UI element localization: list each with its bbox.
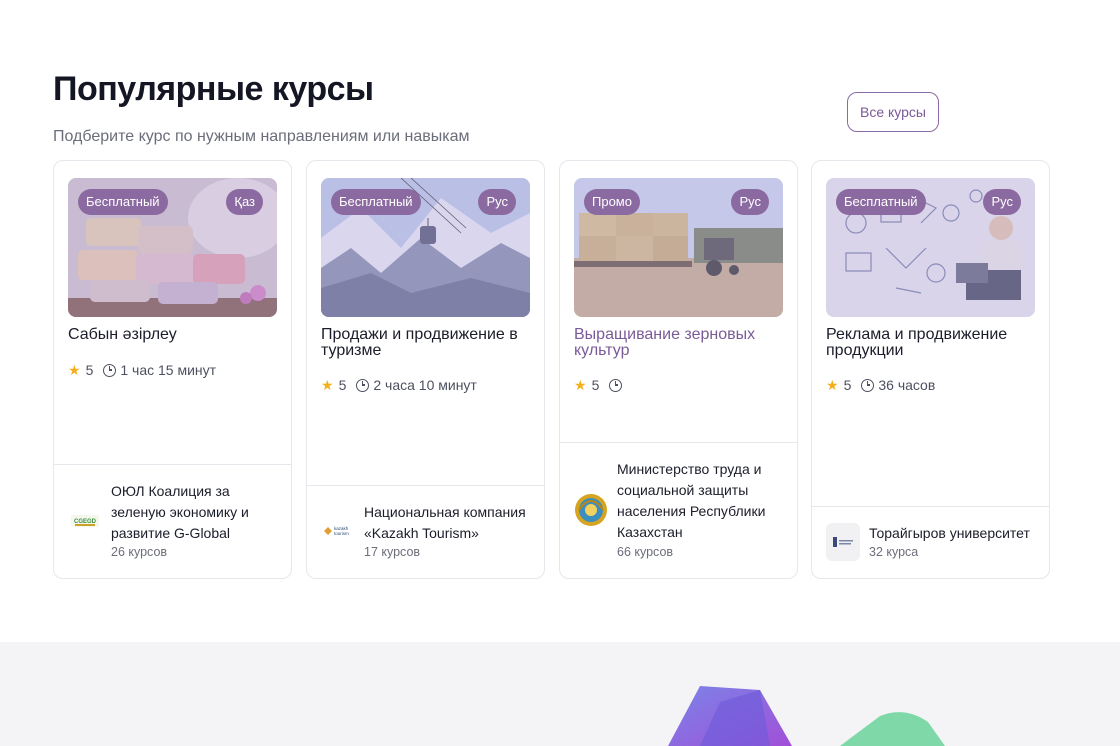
star-icon: ★ bbox=[68, 361, 81, 378]
kazakh-tourism-logo-icon: kazakh tourism bbox=[321, 511, 355, 551]
badge-free: Бесплатный bbox=[331, 189, 421, 215]
star-icon: ★ bbox=[826, 376, 839, 393]
all-courses-button[interactable]: Все курсы bbox=[847, 92, 939, 132]
section-title: Популярные курсы bbox=[53, 70, 374, 108]
course-rating: 5 bbox=[843, 377, 852, 393]
provider-name[interactable]: Торайгыров университет bbox=[869, 523, 1041, 544]
course-title[interactable]: Продажи и продвижение в туризме bbox=[321, 327, 531, 359]
decorative-shapes bbox=[668, 686, 945, 746]
provider-course-count: 32 курса bbox=[869, 545, 919, 559]
badge-language: Рус bbox=[983, 189, 1021, 215]
star-icon: ★ bbox=[574, 376, 587, 393]
card-divider bbox=[307, 485, 544, 486]
provider-name[interactable]: Национальная компания «Kazakh Tourism» bbox=[364, 502, 536, 544]
clock-icon bbox=[103, 363, 117, 377]
badge-free: Бесплатный bbox=[78, 189, 168, 215]
clock-icon bbox=[861, 378, 875, 392]
kazakhstan-emblem-icon bbox=[574, 490, 608, 530]
course-duration: 36 часов bbox=[878, 377, 936, 393]
course-rating: 5 bbox=[591, 377, 600, 393]
university-logo-icon bbox=[826, 523, 860, 561]
badge-free: Бесплатный bbox=[836, 189, 926, 215]
course-duration: 1 час 15 минут bbox=[120, 362, 217, 378]
course-card[interactable]: Бесплатный Рус Продажи и продвижение в т… bbox=[306, 160, 545, 579]
course-image-grain[interactable]: Промо Рус bbox=[574, 178, 783, 317]
clock-icon bbox=[356, 378, 370, 392]
badge-language: Рус bbox=[478, 189, 516, 215]
bottom-section bbox=[0, 642, 1120, 746]
course-title[interactable]: Сабын әзірлеу bbox=[68, 327, 278, 343]
svg-text:tourism: tourism bbox=[334, 531, 349, 536]
provider-name[interactable]: ОЮЛ Коалиция за зеленую экономику и разв… bbox=[111, 481, 283, 544]
course-image-tourism[interactable]: Бесплатный Рус bbox=[321, 178, 530, 317]
provider-course-count: 17 курсов bbox=[364, 545, 421, 559]
course-card[interactable]: Бесплатный Қаз Сабын әзірлеу ★ 5 1 час 1… bbox=[53, 160, 292, 579]
course-rating: 5 bbox=[338, 377, 347, 393]
course-title[interactable]: Реклама и продвижение продукции bbox=[826, 327, 1036, 359]
course-meta: ★ 5 2 часа 10 минут bbox=[321, 376, 477, 394]
provider-name[interactable]: Министерство труда и социальной защиты н… bbox=[617, 459, 789, 543]
course-meta: ★ 5 bbox=[574, 376, 626, 394]
course-duration: 2 часа 10 минут bbox=[373, 377, 477, 393]
badge-language: Рус bbox=[731, 189, 769, 215]
coalition-logo-icon: CGEGD bbox=[68, 501, 102, 541]
course-meta: ★ 5 1 час 15 минут bbox=[68, 361, 216, 379]
section-subtitle: Подберите курс по нужным направлениям ил… bbox=[53, 128, 470, 145]
card-divider bbox=[560, 442, 797, 443]
provider-course-count: 66 курсов bbox=[617, 545, 674, 559]
badge-language: Қаз bbox=[226, 189, 263, 215]
badge-promo: Промо bbox=[584, 189, 640, 215]
star-icon: ★ bbox=[321, 376, 334, 393]
clock-icon bbox=[609, 378, 623, 392]
course-cards: Бесплатный Қаз Сабын әзірлеу ★ 5 1 час 1… bbox=[53, 160, 1050, 579]
course-title[interactable]: Выращивание зерновых культур bbox=[574, 327, 784, 359]
card-divider bbox=[54, 464, 291, 465]
course-rating: 5 bbox=[85, 362, 94, 378]
course-card[interactable]: Бесплатный Рус Реклама и продвижение про… bbox=[811, 160, 1050, 579]
card-divider bbox=[812, 506, 1049, 507]
course-image-soap[interactable]: Бесплатный Қаз bbox=[68, 178, 277, 317]
course-image-marketing[interactable]: Бесплатный Рус bbox=[826, 178, 1035, 317]
course-meta: ★ 5 36 часов bbox=[826, 376, 935, 394]
provider-course-count: 26 курсов bbox=[111, 545, 168, 559]
course-card[interactable]: Промо Рус Выращивание зерновых культур ★… bbox=[559, 160, 798, 579]
